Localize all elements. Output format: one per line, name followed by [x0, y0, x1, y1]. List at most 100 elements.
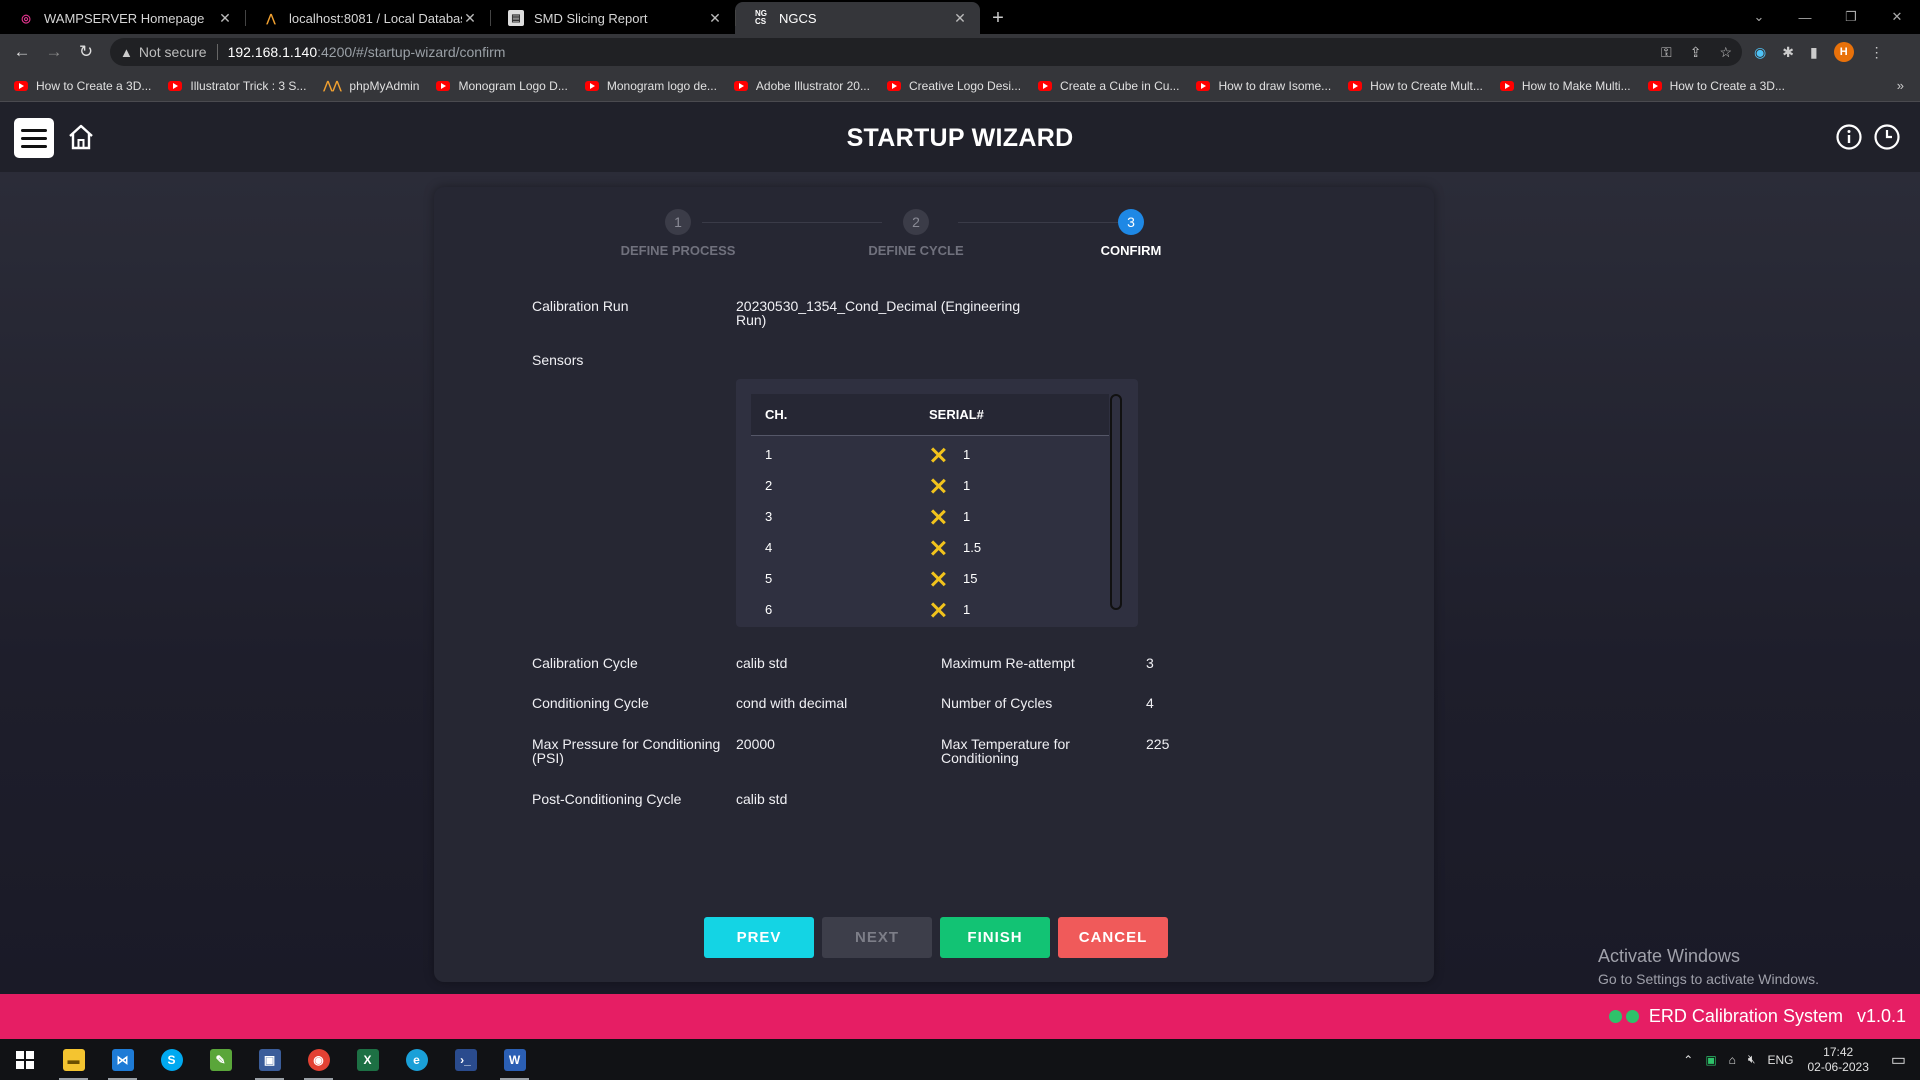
taskbar-clock[interactable]: 17:42 02-06-2023: [1807, 1045, 1868, 1075]
close-icon[interactable]: ✕: [952, 10, 968, 27]
main-content: 1 DEFINE PROCESS 2 DEFINE CYCLE 3 CONFIR…: [0, 172, 1920, 994]
browser-tab-localhost[interactable]: ⋀ localhost:8081 / Local Databases ✕: [245, 2, 490, 34]
bookmark-item[interactable]: How to Create a 3D...: [14, 79, 151, 93]
tray-app-icon[interactable]: ▣: [1705, 1053, 1716, 1067]
bookmark-item[interactable]: Creative Logo Desi...: [886, 79, 1021, 93]
clock-time: 17:42: [1823, 1044, 1854, 1059]
bookmark-item[interactable]: How to Make Multi...: [1499, 79, 1631, 93]
bookmark-label: How to Create Mult...: [1370, 78, 1483, 93]
sensors-table: CH. SERIAL# 1 1 2 1 3 1 4 1.5 5 15 6 1: [751, 394, 1109, 625]
powershell-taskbar[interactable]: ›_: [441, 1039, 490, 1080]
info-icon[interactable]: [1835, 123, 1863, 151]
step-number: 2: [903, 209, 929, 235]
clock-icon[interactable]: [1873, 123, 1901, 151]
tab-title: NGCS: [779, 10, 817, 26]
browser-tab-wampserver[interactable]: ◎ WAMPSERVER Homepage ✕: [0, 2, 245, 34]
reload-icon[interactable]: ↻: [70, 42, 102, 62]
extension-ring-icon[interactable]: ◉: [1754, 44, 1766, 61]
file-explorer-taskbar[interactable]: ▬: [49, 1039, 98, 1080]
step-define-process[interactable]: 1 DEFINE PROCESS: [598, 209, 758, 258]
tab-title: localhost:8081 / Local Databases: [289, 10, 462, 26]
step-confirm[interactable]: 3 CONFIRM: [1051, 209, 1211, 258]
browser-tab-ngcs[interactable]: NG CS NGCS ✕: [735, 2, 980, 34]
key-icon[interactable]: ⚿: [1661, 44, 1672, 61]
new-tab-button[interactable]: +: [980, 2, 1016, 34]
browser-tab-smd-report[interactable]: ▤ SMD Slicing Report ✕: [490, 2, 735, 34]
max-temp-label-line: Conditioning: [941, 750, 1019, 766]
word-taskbar[interactable]: W: [490, 1039, 539, 1080]
bookmark-item[interactable]: Create a Cube in Cu...: [1038, 79, 1179, 93]
skype-taskbar[interactable]: S: [147, 1039, 196, 1080]
sensor-serial-cell: 15: [929, 570, 1109, 588]
sensor-serial: 1: [963, 447, 971, 462]
bookmark-label: Monogram logo de...: [606, 78, 717, 93]
restore-icon[interactable]: ❐: [1828, 9, 1874, 25]
status-dot-icon: [1608, 1010, 1622, 1023]
bookmark-label: Illustrator Trick : 3 S...: [190, 78, 307, 93]
skype-icon: S: [160, 1048, 183, 1071]
forward-icon[interactable]: →: [38, 42, 70, 62]
post-conditioning-label: Post-Conditioning Cycle: [532, 791, 682, 807]
step-define-cycle[interactable]: 2 DEFINE CYCLE: [836, 209, 996, 258]
notepad-taskbar[interactable]: ✎: [196, 1039, 245, 1080]
kebab-menu-icon[interactable]: ⋮: [1870, 44, 1884, 61]
watermark-subtitle: Go to Settings to activate Windows.: [1598, 971, 1819, 987]
x-mark-icon: [929, 539, 947, 557]
bookmark-item[interactable]: How to draw Isome...: [1196, 79, 1331, 93]
finish-button[interactable]: FINISH: [940, 917, 1050, 958]
volume-muted-icon[interactable]: 🔇︎: [1748, 1052, 1756, 1067]
youtube-icon: [1348, 80, 1363, 91]
wamp-icon: ◎: [21, 12, 31, 25]
puzzle-icon[interactable]: ✱: [1782, 44, 1794, 61]
bookmark-item[interactable]: Adobe Illustrator 20...: [733, 79, 870, 93]
back-icon[interactable]: ←: [6, 42, 38, 62]
tab-search-icon[interactable]: ⌄: [1736, 9, 1782, 25]
language-indicator[interactable]: ENG: [1767, 1053, 1793, 1067]
sensors-scrollbar[interactable]: [1110, 394, 1122, 610]
notification-icon[interactable]: ▭: [1891, 1050, 1906, 1070]
wizard-card: 1 DEFINE PROCESS 2 DEFINE CYCLE 3 CONFIR…: [434, 187, 1434, 982]
youtube-icon: [1647, 80, 1662, 91]
close-icon[interactable]: ✕: [217, 10, 233, 27]
prev-button[interactable]: PREV: [704, 917, 814, 958]
bookmark-item[interactable]: Monogram logo de...: [584, 78, 717, 93]
address-bar[interactable]: ▲ Not secure 192.168.1.140 :4200/#/start…: [110, 38, 1742, 66]
star-icon[interactable]: ☆: [1719, 44, 1732, 61]
bookmark-item[interactable]: How to Create Mult...: [1348, 79, 1483, 93]
ngcs-icon: NG CS: [755, 9, 767, 26]
watermark-title: Activate Windows: [1598, 946, 1741, 966]
wizard-actions: PREV NEXT FINISH CANCEL: [704, 917, 1168, 958]
bookmark-item[interactable]: Monogram Logo D...: [436, 79, 568, 93]
bookmark-item[interactable]: Illustrator Trick : 3 S...: [168, 79, 306, 93]
chevron-up-icon[interactable]: ⌃: [1683, 1053, 1693, 1067]
start-button[interactable]: [0, 1039, 49, 1080]
calibration-run-value-line: 20230530_1354_Cond_Decimal (Engineering: [736, 298, 1021, 314]
bookmark-item[interactable]: How to Create a 3D...: [1647, 79, 1785, 93]
close-icon[interactable]: ✕: [462, 10, 478, 27]
profile-avatar[interactable]: H: [1833, 42, 1854, 62]
num-cycles-value: 4: [1146, 695, 1154, 711]
next-button[interactable]: NEXT: [822, 917, 932, 958]
vscode-taskbar[interactable]: ⋈: [98, 1039, 147, 1080]
minimize-icon[interactable]: —: [1782, 10, 1828, 25]
phpmyadmin-icon: ⋀⋀: [323, 79, 342, 92]
x-mark-icon: [929, 477, 947, 495]
more-bookmarks-icon[interactable]: »: [1897, 78, 1904, 93]
network-icon[interactable]: ⌂: [1729, 1053, 1736, 1067]
bookmark-item[interactable]: ⋀⋀ phpMyAdmin: [323, 79, 419, 93]
youtube-icon: [1038, 80, 1053, 91]
close-window-icon[interactable]: ✕: [1874, 9, 1920, 25]
windows-logo-icon: [15, 1050, 34, 1069]
app-taskbar[interactable]: ▣: [245, 1039, 294, 1080]
close-icon[interactable]: ✕: [707, 10, 723, 27]
sidepanel-icon[interactable]: ▮: [1810, 44, 1818, 61]
youtube-icon: [733, 80, 748, 91]
excel-taskbar[interactable]: X: [343, 1039, 392, 1080]
cancel-button[interactable]: CANCEL: [1058, 917, 1168, 958]
chrome-taskbar[interactable]: ◉: [294, 1039, 343, 1080]
edge-taskbar[interactable]: e: [392, 1039, 441, 1080]
report-icon: ▤: [508, 10, 524, 26]
conditioning-cycle-label: Conditioning Cycle: [532, 695, 649, 711]
share-icon[interactable]: ⇪: [1690, 44, 1702, 61]
table-header: CH. SERIAL#: [751, 394, 1109, 436]
